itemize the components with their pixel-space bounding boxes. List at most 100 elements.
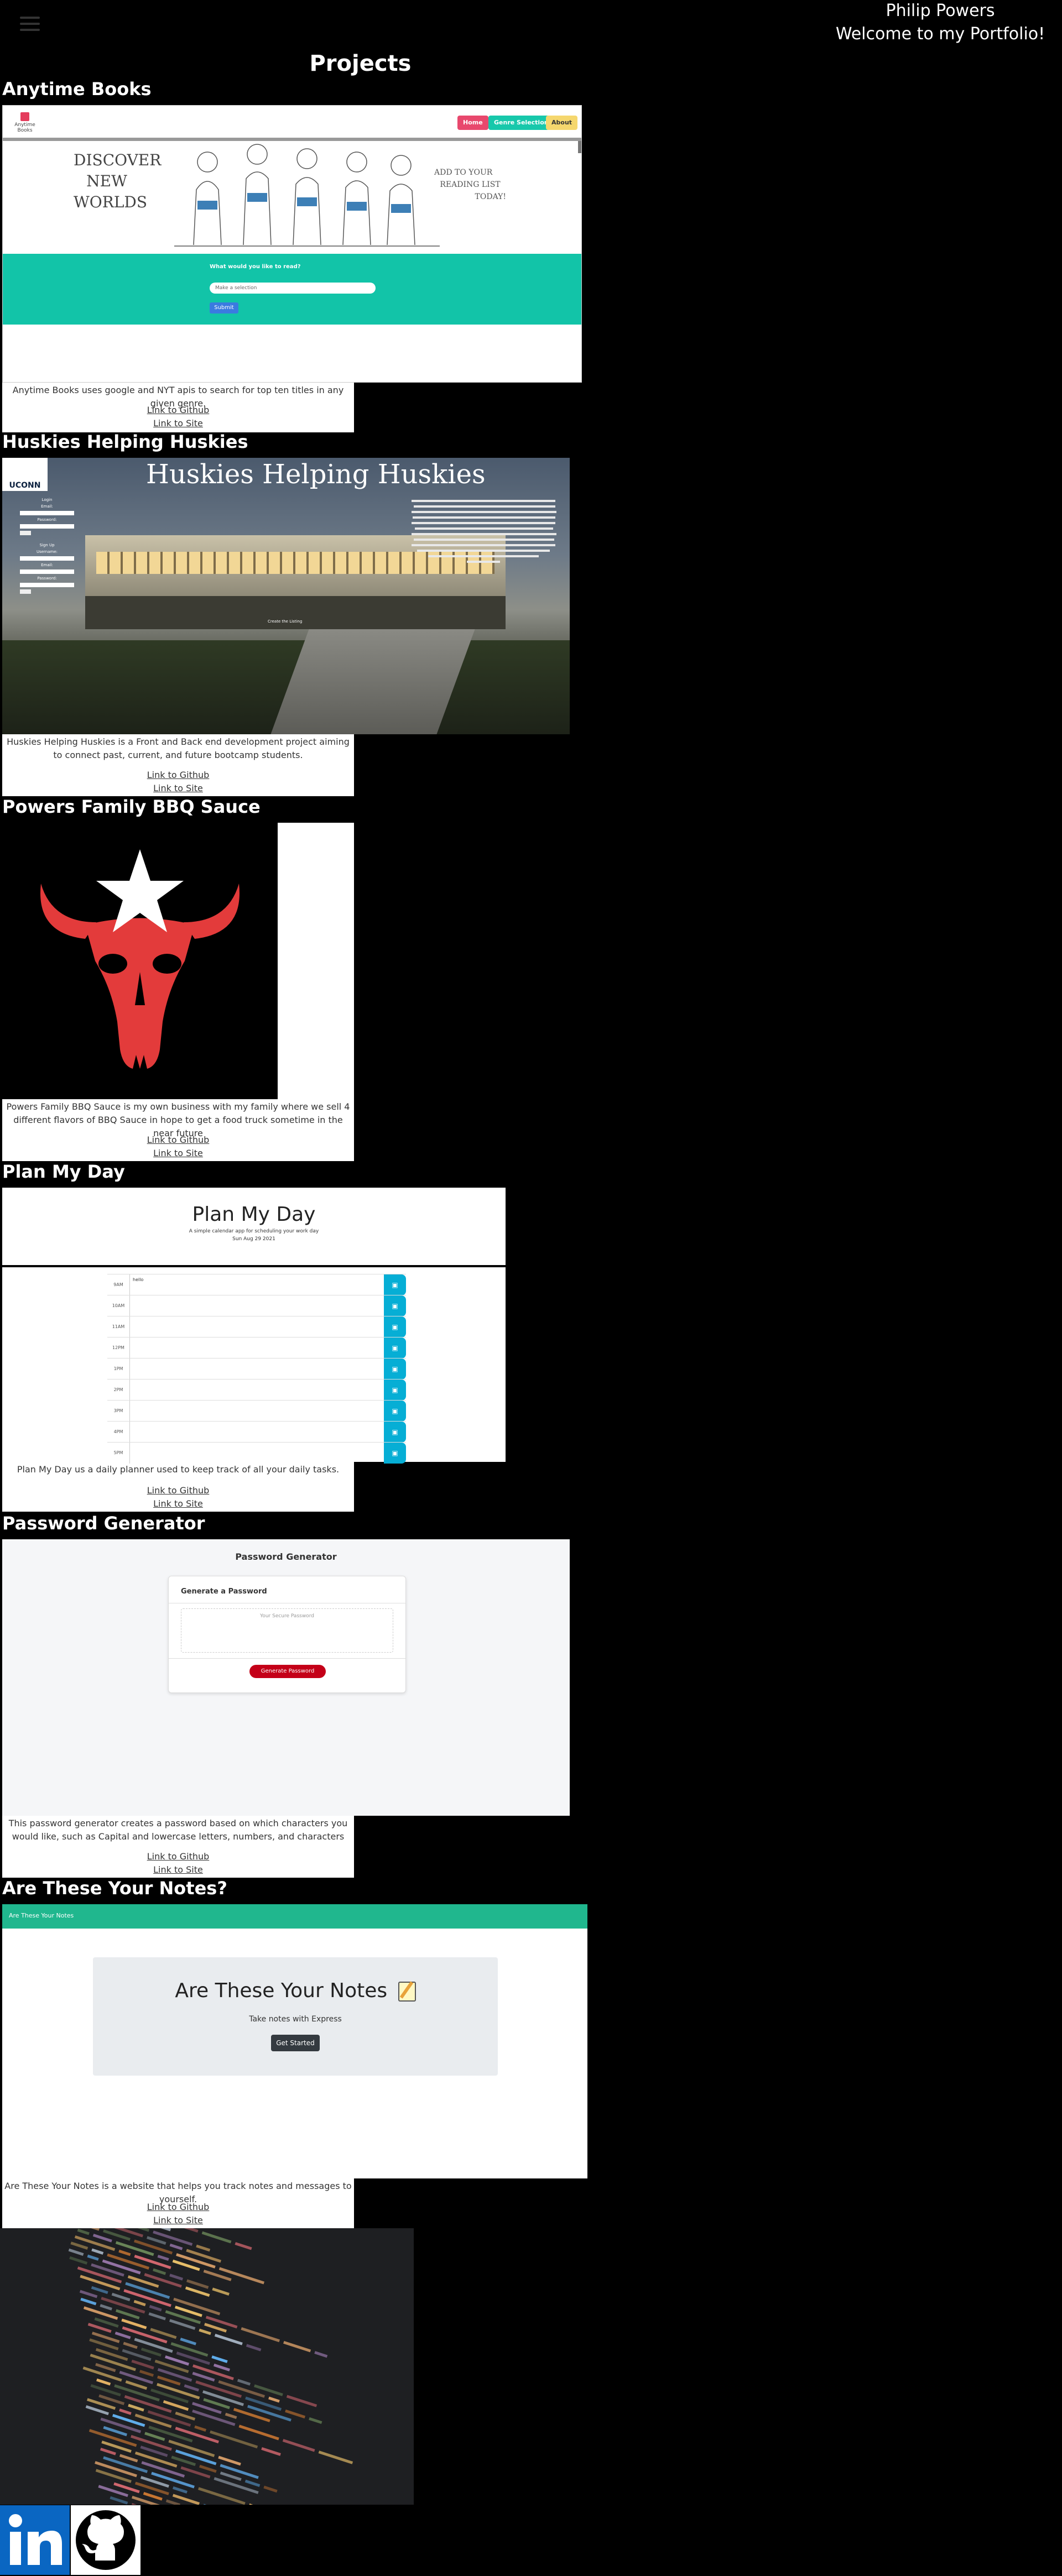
hero-add-to-list: ADD TO YOUR READING LIST TODAY! [434, 168, 506, 201]
github-link[interactable]: Link to Github [2, 2202, 354, 2212]
submit-button[interactable]: Submit [210, 302, 238, 313]
site-link[interactable]: Link to Site [2, 1498, 354, 1509]
code-line-fragment [245, 2396, 282, 2411]
code-line-fragment [176, 2253, 216, 2269]
code-background-image [0, 2228, 414, 2505]
code-line-fragment [203, 2504, 233, 2505]
menu-icon[interactable] [20, 17, 40, 33]
floppy-disk-icon[interactable]: ▣ [384, 1358, 406, 1380]
code-line-fragment [204, 2323, 227, 2333]
pmd-hour-label: 4PM [107, 1422, 130, 1443]
floppy-disk-icon[interactable]: ▣ [384, 1316, 406, 1337]
pmd-task-textarea[interactable] [131, 1401, 383, 1422]
code-line-fragment [144, 2432, 165, 2441]
code-line-fragment [123, 2342, 138, 2349]
pmd-task-textarea[interactable] [131, 1316, 383, 1337]
code-line-fragment [134, 2338, 173, 2353]
nav-about[interactable]: About [546, 116, 578, 130]
site-link[interactable]: Link to Site [2, 418, 354, 429]
project-title-notes: Are These Your Notes? [2, 1878, 227, 1899]
code-line-fragment [133, 2300, 146, 2307]
floppy-disk-icon[interactable]: ▣ [384, 1443, 406, 1464]
github-link[interactable]: Link to Github [2, 1485, 354, 1496]
pmd-hour-label: 10AM [107, 1295, 130, 1316]
code-line-fragment [119, 2454, 138, 2463]
signup-email-input[interactable] [20, 569, 74, 574]
code-line-fragment [247, 2405, 291, 2422]
generate-password-button[interactable]: Generate Password [249, 1665, 326, 1678]
site-link[interactable]: Link to Site [2, 783, 354, 793]
login-button[interactable] [20, 531, 31, 535]
code-line-fragment [139, 2370, 154, 2377]
site-link[interactable]: Link to Site [2, 1864, 354, 1875]
notes-brand[interactable]: Are These Your Notes [9, 1912, 74, 1919]
signup-button[interactable] [20, 589, 31, 594]
code-line-fragment [246, 2344, 262, 2352]
code-line-fragment [118, 2249, 131, 2256]
signup-password-input[interactable] [20, 583, 74, 587]
site-link[interactable]: Link to Site [2, 1148, 354, 1158]
github-link[interactable]: Link to Github [2, 405, 354, 415]
code-line-fragment [101, 2297, 145, 2314]
code-line-fragment [248, 2504, 284, 2505]
pmd-task-textarea[interactable] [131, 1358, 383, 1380]
notes-jumbotron: Are These Your Notes Take notes with Exp… [93, 1957, 498, 2076]
code-line-fragment [244, 2479, 261, 2487]
code-line-fragment [125, 2282, 170, 2299]
code-line-fragment [150, 2388, 189, 2403]
github-link[interactable]: Link to Github [2, 770, 354, 780]
code-line-fragment [95, 2461, 137, 2478]
get-started-button[interactable]: Get Started [271, 2035, 320, 2051]
code-line-fragment [197, 2487, 246, 2505]
floppy-disk-icon[interactable]: ▣ [384, 1422, 406, 1443]
code-line-fragment [169, 2274, 184, 2281]
code-line-fragment [100, 2448, 116, 2455]
nav-genre-selection[interactable]: Genre Selection [488, 116, 554, 130]
code-line-fragment [69, 2256, 88, 2265]
code-line-fragment [241, 2327, 280, 2343]
floppy-disk-icon[interactable]: ▣ [384, 1274, 406, 1295]
pmd-task-textarea[interactable] [131, 1380, 383, 1401]
notes-heading: Are These Your Notes [93, 1979, 498, 2002]
signup-username-input[interactable] [20, 556, 74, 561]
code-line-fragment [318, 2450, 353, 2464]
pmd-task-textarea[interactable] [131, 1295, 383, 1316]
code-line-fragment [202, 2390, 244, 2406]
code-line-fragment [90, 2354, 136, 2371]
floppy-disk-icon[interactable]: ▣ [384, 1295, 406, 1316]
github-link[interactable]: Link to Github [2, 1851, 354, 1862]
code-line-fragment [309, 2417, 322, 2425]
github-link[interactable]: Link to Github [2, 1135, 354, 1145]
floppy-disk-icon[interactable]: ▣ [384, 1380, 406, 1401]
pmd-task-textarea[interactable] [131, 1337, 383, 1358]
code-line-fragment [148, 2426, 193, 2443]
pmd-task-textarea[interactable] [131, 1443, 383, 1464]
github-icon[interactable] [71, 2505, 140, 2575]
floppy-disk-icon[interactable]: ▣ [384, 1401, 406, 1422]
pmd-task-textarea[interactable] [131, 1274, 383, 1295]
pmd-time-block: 10AM ▣ [107, 1295, 406, 1316]
code-line-fragment [134, 2451, 178, 2468]
code-line-fragment [100, 2304, 112, 2311]
code-line-fragment [237, 2379, 251, 2386]
floppy-disk-icon[interactable]: ▣ [384, 1337, 406, 1358]
pmd-task-textarea[interactable] [131, 1422, 383, 1443]
code-line-fragment [92, 2234, 112, 2243]
code-line-fragment [77, 2228, 90, 2235]
code-line-fragment [114, 2384, 160, 2402]
site-link[interactable]: Link to Site [2, 2215, 354, 2225]
project-title-plan-my-day: Plan My Day [2, 1161, 125, 1182]
code-line-fragment [95, 2469, 132, 2483]
bbq-logo-image [2, 823, 278, 1099]
code-line-fragment [77, 2266, 122, 2284]
login-email-input[interactable] [20, 511, 74, 515]
pmd-time-block: 12PM ▣ [107, 1337, 406, 1358]
code-line-fragment [70, 2241, 88, 2250]
linkedin-icon[interactable] [0, 2505, 70, 2575]
genre-select[interactable]: Make a selection [210, 283, 376, 294]
code-line-fragment [286, 2395, 317, 2407]
login-password-input[interactable] [20, 524, 74, 529]
anytime-books-logo: Anytime Books [8, 112, 41, 140]
nav-home[interactable]: Home [457, 116, 488, 130]
pw-output[interactable]: Your Secure Password [181, 1608, 393, 1653]
